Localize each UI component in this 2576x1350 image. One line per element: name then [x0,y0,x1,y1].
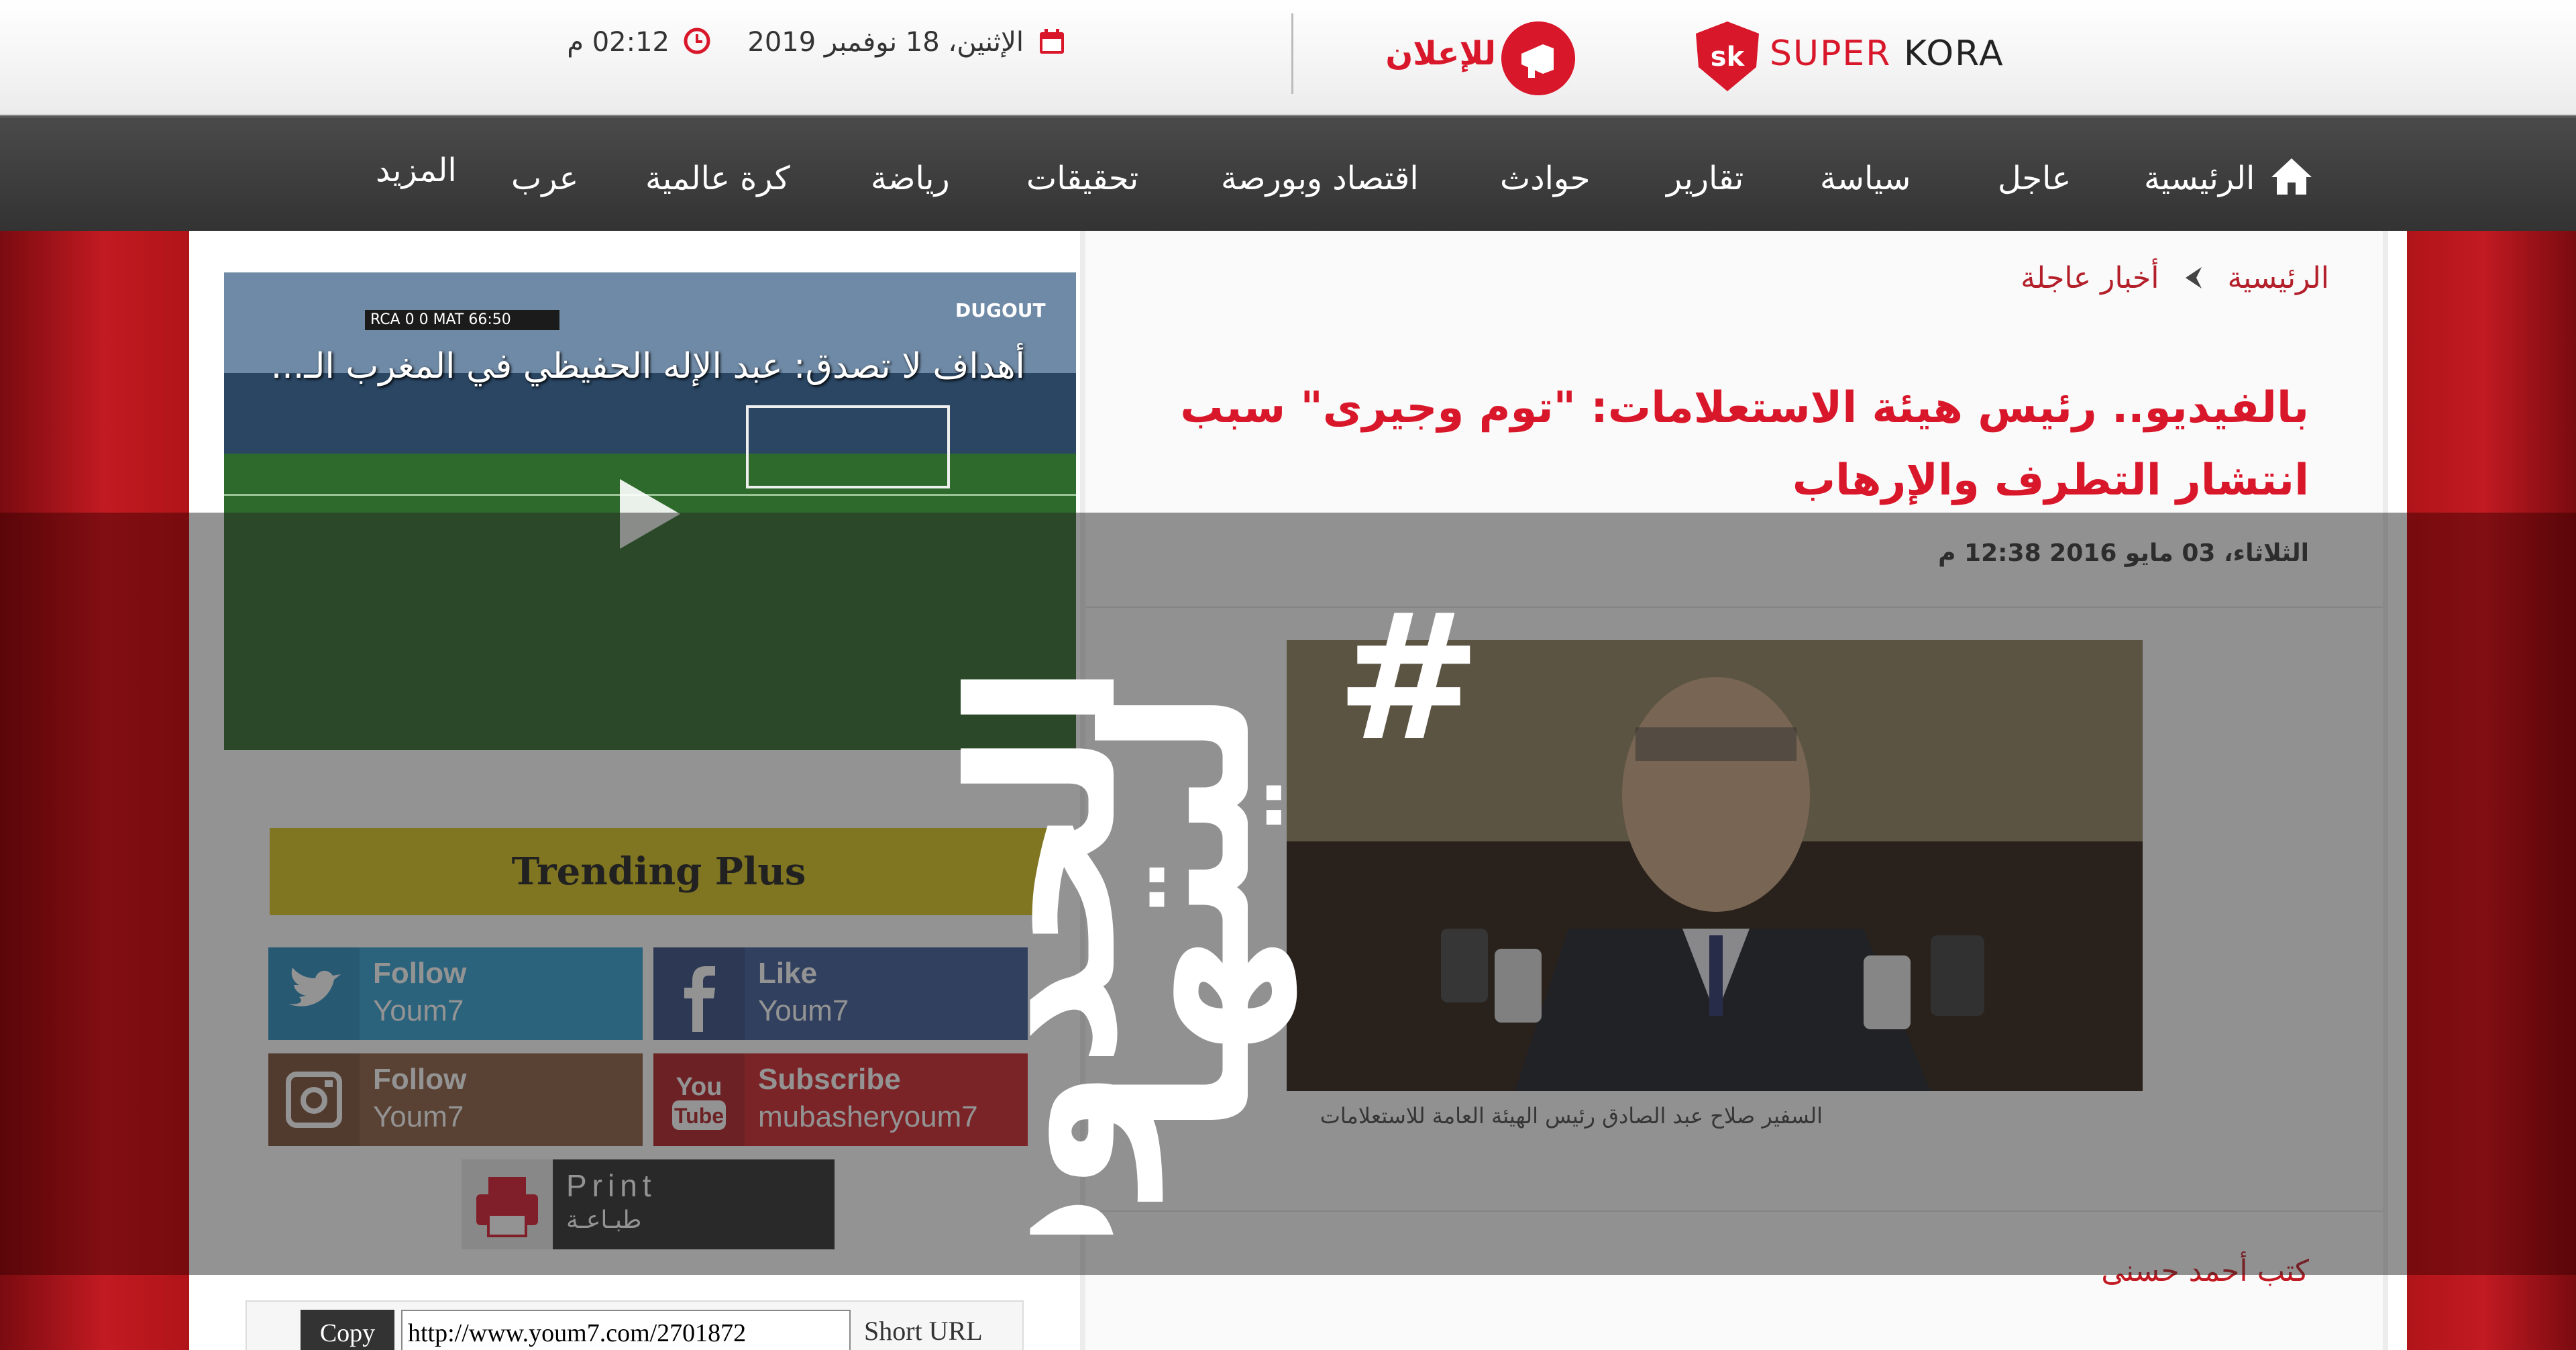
megaphone-icon [1501,21,1575,95]
copy-url-button[interactable]: Copy [301,1310,394,1350]
super-kora-logo-icon: sk [1696,21,1759,91]
clock-icon [684,28,710,54]
nav-item-investigations[interactable]: تحقيقات [1026,160,1138,197]
nav-item-economy[interactable]: اقتصاد وبورصة [1221,160,1419,197]
nav-item-world-football[interactable]: كرة عالمية [645,160,790,197]
video-brand: DUGOUT [955,299,1046,321]
short-url-input[interactable] [401,1310,851,1350]
nav-item-reports[interactable]: تقارير [1666,160,1743,197]
date-display: الإثنين، 18 نوفمبر 2019 [678,24,1067,64]
top-header: sk SUPER KORA للإعلان الإثنين، 18 نوفمبر… [0,0,2576,115]
advertise-label: للإعلان [1385,35,1496,72]
advertise-link[interactable]: للإعلان [1375,20,1576,95]
chevron-left-icon [2186,267,2202,289]
breadcrumb-home[interactable]: الرئيسية [2227,261,2329,295]
nav-item-urgent[interactable]: عاجل [1998,160,2071,197]
nav-item-politics[interactable]: سياسة [1820,160,1911,197]
calendar-icon [1040,29,1064,54]
nav-item-home[interactable]: الرئيسية [2144,160,2255,197]
date-text: الإثنين، 18 نوفمبر 2019 [747,27,1024,58]
video-title[interactable]: أهداف لا تصدق: عبد الإله الحفيظي في المغ… [271,346,1025,386]
main-nav: الرئيسية عاجل سياسة تقارير حوادث اقتصاد … [0,115,2576,231]
brand-logo-link[interactable]: sk SUPER KORA [1690,19,2003,99]
brand-name-part1: SUPER [1770,34,1892,74]
short-url-box: Copy Short URL [246,1300,1024,1350]
time-text: 02:12 م [567,27,669,58]
nav-item-sports[interactable]: رياضة [871,160,950,197]
calligraphy-line2: الحدود [939,662,1164,1235]
home-icon[interactable] [2269,156,2314,197]
overlay-band-right [2407,513,2576,1275]
short-url-label: Short URL [864,1316,983,1346]
brand-name-part2: KORA [1903,34,2004,74]
time-display: 02:12 م [564,24,711,64]
breadcrumb-section[interactable]: أخبار عاجلة [2021,261,2159,295]
video-scoreboard: RCA 0 0 MAT 66:50 [365,310,559,330]
overlay-band-left [0,513,189,1275]
article-headline: بالفيديو.. رئيس هيئة الاستعلامات: "توم و… [1180,383,2309,505]
nav-item-incidents[interactable]: حوادث [1500,160,1590,197]
breadcrumb: الرئيسية أخبار عاجلة [2021,258,2329,298]
campaign-calligraphy: # ليتها الحدود [939,577,1482,1235]
hashtag-symbol: # [1336,577,1482,780]
nav-item-more[interactable]: المزيد [376,152,457,189]
header-divider [1291,13,1293,94]
logo-monogram: sk [1711,42,1746,72]
nav-item-arab[interactable]: عرب [511,160,578,197]
brand-name: SUPER KORA [1770,34,2004,74]
